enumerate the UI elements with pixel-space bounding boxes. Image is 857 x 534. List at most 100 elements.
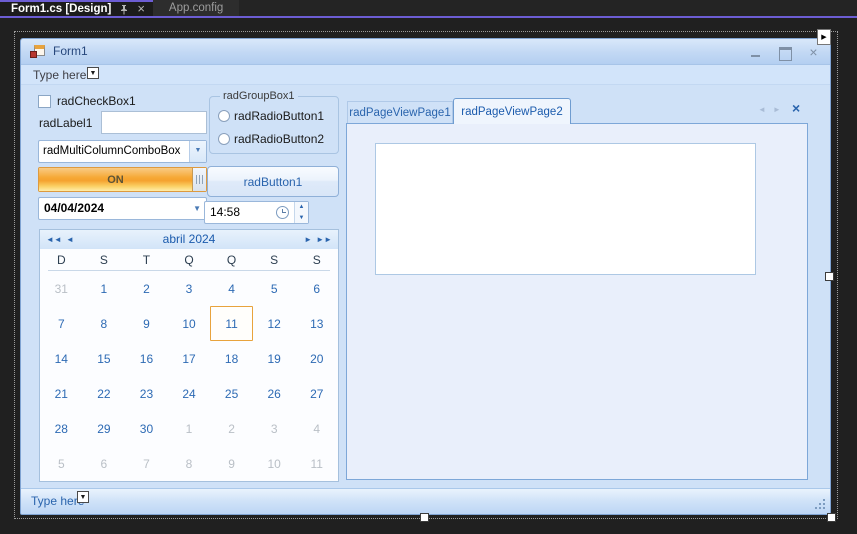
radio-label: radRadioButton2 xyxy=(234,132,325,146)
calendar-prev-year-icon[interactable]: ◄◄ xyxy=(46,230,62,249)
calendar-day[interactable]: 9 xyxy=(125,306,168,341)
calendar-day[interactable]: 2 xyxy=(125,271,168,306)
calendar-day[interactable]: 1 xyxy=(168,411,211,446)
calendar-day[interactable]: 25 xyxy=(210,376,253,411)
calendar-day[interactable]: 5 xyxy=(253,271,296,306)
menu-strip[interactable]: Type here ▼ xyxy=(21,65,830,85)
designer-form[interactable]: Form1 × Type here ▼ radCheckBox1 radLabe… xyxy=(20,38,831,515)
calendar-day[interactable]: 26 xyxy=(253,376,296,411)
calendar-day[interactable]: 31 xyxy=(40,271,83,306)
date-picker[interactable]: 04/04/2024 ▼ xyxy=(38,197,207,220)
calendar-day[interactable]: 6 xyxy=(83,446,126,481)
pageview-white-panel[interactable] xyxy=(375,143,756,275)
calendar-next-month-icon[interactable]: ► xyxy=(304,230,312,249)
minimize-button[interactable] xyxy=(749,46,762,59)
resize-handle-right[interactable] xyxy=(825,272,834,281)
calendar-day[interactable]: 18 xyxy=(210,341,253,376)
calendar-header: ◄◄ ◄ abril 2024 ► ►► xyxy=(40,230,338,249)
radio-option-2[interactable]: radRadioButton2 xyxy=(218,132,324,146)
rad-textbox[interactable] xyxy=(101,111,207,134)
toggle-track[interactable]: ON xyxy=(39,168,192,191)
calendar-day[interactable]: 24 xyxy=(168,376,211,411)
calendar-day[interactable]: 23 xyxy=(125,376,168,411)
chevron-down-icon: ▼ xyxy=(194,147,202,154)
rad-label: radLabel1 xyxy=(39,116,93,130)
calendar-day[interactable]: 16 xyxy=(125,341,168,376)
calendar-day[interactable]: 21 xyxy=(40,376,83,411)
calendar-day[interactable]: 8 xyxy=(83,306,126,341)
calendar-day[interactable]: 14 xyxy=(40,341,83,376)
status-dropdown-box[interactable]: ▼ xyxy=(77,491,89,503)
calendar-day[interactable]: 5 xyxy=(40,446,83,481)
calendar-day[interactable]: 19 xyxy=(253,341,296,376)
calendar-dow-label: S xyxy=(312,252,321,267)
spinner-up-icon[interactable]: ▲ xyxy=(295,202,308,213)
smart-tag-button[interactable]: ▶ xyxy=(817,29,831,45)
calendar-day[interactable]: 11 xyxy=(295,446,338,481)
time-picker[interactable]: 14:58 ▲ ▼ xyxy=(204,201,309,224)
rad-checkbox[interactable] xyxy=(38,95,51,108)
calendar-day[interactable]: 28 xyxy=(40,411,83,446)
toggle-switch[interactable]: ON xyxy=(38,167,207,192)
radio-label: radRadioButton1 xyxy=(234,109,325,123)
radio-option-1[interactable]: radRadioButton1 xyxy=(218,109,324,123)
calendar-day[interactable]: 27 xyxy=(295,376,338,411)
calendar-day[interactable]: 3 xyxy=(168,271,211,306)
calendar-day[interactable]: 8 xyxy=(168,446,211,481)
pageview-tab-2[interactable]: radPageViewPage2 xyxy=(453,98,571,124)
calendar-day[interactable]: 4 xyxy=(295,411,338,446)
calendar-day[interactable]: 22 xyxy=(83,376,126,411)
close-button[interactable]: × xyxy=(807,45,820,59)
calendar-next-year-icon[interactable]: ►► xyxy=(316,230,332,249)
calendar-day[interactable]: 6 xyxy=(295,271,338,306)
calendar-dow-row: DSTQQSS xyxy=(40,249,338,270)
form-titlebar[interactable]: Form1 × xyxy=(21,39,830,65)
calendar-day[interactable]: 13 xyxy=(295,306,338,341)
radio-circle-icon[interactable] xyxy=(218,110,230,122)
close-tab-icon[interactable]: × xyxy=(137,2,145,16)
calendar-day[interactable]: 3 xyxy=(253,411,296,446)
menu-dropdown-box[interactable]: ▼ xyxy=(87,67,99,79)
form-title: Form1 xyxy=(53,44,88,58)
resize-handle-bottom[interactable] xyxy=(420,513,429,522)
pageview-next-icon[interactable]: ► xyxy=(773,105,781,114)
radio-circle-icon[interactable] xyxy=(218,133,230,145)
combobox-dropdown-button[interactable]: ▼ xyxy=(189,141,206,162)
chevron-down-icon[interactable]: ▼ xyxy=(193,198,201,219)
calendar-day[interactable]: 20 xyxy=(295,341,338,376)
calendar-day[interactable]: 29 xyxy=(83,411,126,446)
calendar-day[interactable]: 7 xyxy=(40,306,83,341)
editor-tab-form1-design[interactable]: Form1.cs [Design] × xyxy=(0,0,153,16)
resize-handle-bottom-right[interactable] xyxy=(827,513,836,522)
pageview-scroll-arrows: ◄ ► xyxy=(758,105,781,114)
menu-type-here[interactable]: Type here xyxy=(33,65,86,85)
calendar-day-today[interactable]: 11 xyxy=(210,306,253,341)
calendar-day[interactable]: 2 xyxy=(210,411,253,446)
calendar-day[interactable]: 15 xyxy=(83,341,126,376)
resize-grip-icon[interactable] xyxy=(814,498,826,510)
pageview-tab-1[interactable]: radPageViewPage1 xyxy=(347,101,453,124)
pageview-prev-icon[interactable]: ◄ xyxy=(758,105,766,114)
pageview-close-icon[interactable]: × xyxy=(792,100,800,116)
calendar-day[interactable]: 1 xyxy=(83,271,126,306)
clock-icon[interactable] xyxy=(276,206,289,219)
calendar-day[interactable]: 9 xyxy=(210,446,253,481)
editor-tab-appconfig[interactable]: App.config xyxy=(152,0,240,16)
calendar-day[interactable]: 10 xyxy=(253,446,296,481)
spinner-down-icon[interactable]: ▼ xyxy=(295,213,308,224)
calendar-day[interactable]: 4 xyxy=(210,271,253,306)
maximize-button[interactable] xyxy=(778,46,792,61)
calendar-day[interactable]: 30 xyxy=(125,411,168,446)
calendar-day[interactable]: 7 xyxy=(125,446,168,481)
status-strip[interactable]: Type here ▼ xyxy=(21,488,830,514)
calendar-day[interactable]: 17 xyxy=(168,341,211,376)
calendar-day[interactable]: 10 xyxy=(168,306,211,341)
rad-button1[interactable]: radButton1 xyxy=(207,166,339,197)
calendar-day[interactable]: 12 xyxy=(253,306,296,341)
multicolumn-combobox[interactable]: radMultiColumnComboBox ▼ xyxy=(38,140,207,163)
calendar[interactable]: ◄◄ ◄ abril 2024 ► ►► DSTQQSS 31 1 2 3 4 5 6 7 8 9… xyxy=(39,229,339,482)
pin-icon[interactable] xyxy=(119,4,129,15)
toggle-thumb[interactable] xyxy=(192,168,206,191)
calendar-prev-month-icon[interactable]: ◄ xyxy=(66,230,74,249)
calendar-dow-label: T xyxy=(142,252,151,267)
